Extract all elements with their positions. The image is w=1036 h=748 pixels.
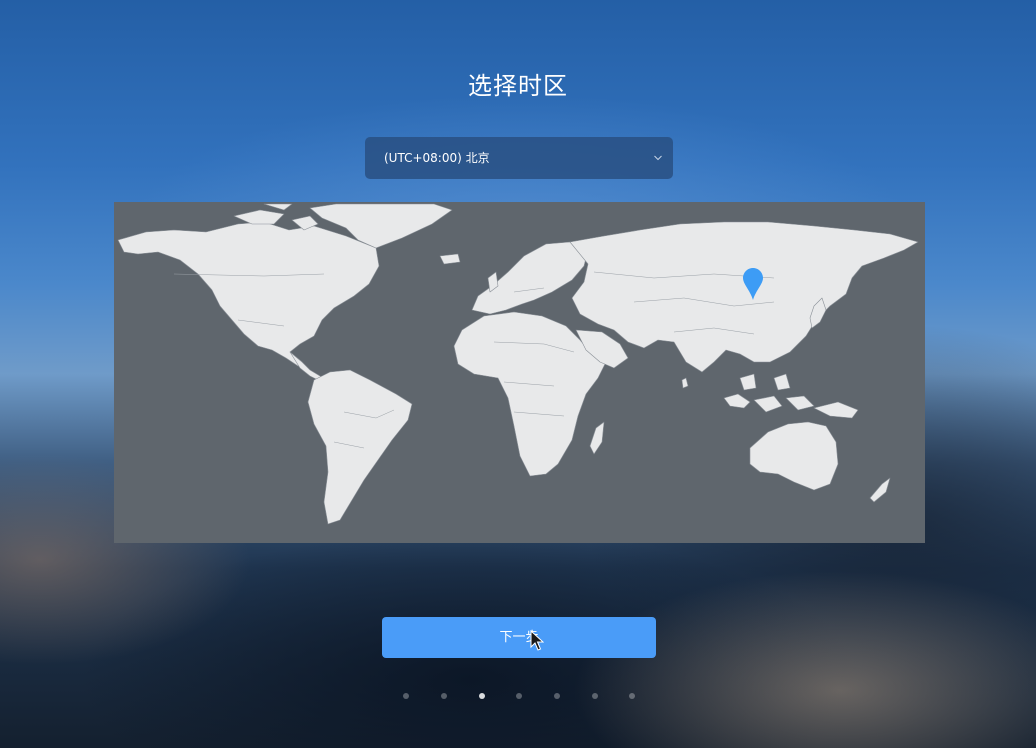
sri-lanka-landmass xyxy=(681,377,689,389)
page-dot[interactable] xyxy=(403,693,409,699)
chevron-down-icon xyxy=(654,137,662,179)
page-dot[interactable] xyxy=(592,693,598,699)
world-map[interactable] xyxy=(114,202,925,543)
new-guinea-landmass xyxy=(813,401,859,419)
pagination xyxy=(0,693,1036,701)
page-dot-active[interactable] xyxy=(479,693,485,699)
southeast-asia-islands-landmass xyxy=(723,373,815,413)
page-dot[interactable] xyxy=(629,693,635,699)
timezone-select[interactable]: (UTC+08:00) 北京 xyxy=(365,137,673,179)
australia-landmass xyxy=(749,421,839,491)
iceland-landmass xyxy=(439,253,461,265)
new-zealand-landmass xyxy=(869,477,891,503)
mouse-pointer-icon xyxy=(530,629,545,656)
page-title: 选择时区 xyxy=(468,72,568,100)
north-america-landmass xyxy=(117,221,380,369)
page-dot[interactable] xyxy=(554,693,560,699)
timezone-select-value: (UTC+08:00) 北京 xyxy=(384,151,490,165)
next-button[interactable]: 下一步 xyxy=(382,617,656,658)
page-dot[interactable] xyxy=(516,693,522,699)
page-dot[interactable] xyxy=(441,693,447,699)
madagascar-landmass xyxy=(589,421,605,455)
